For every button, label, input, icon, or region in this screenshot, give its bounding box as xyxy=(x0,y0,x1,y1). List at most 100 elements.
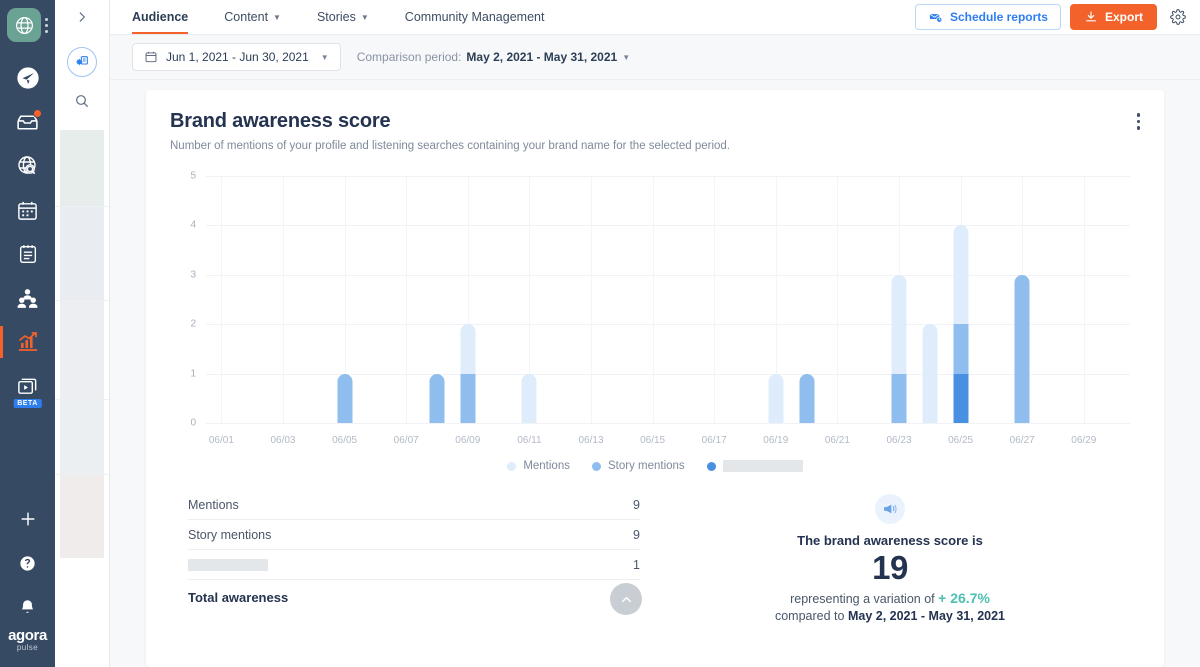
schedule-reports-button[interactable]: Schedule reports xyxy=(914,4,1061,30)
secondary-sidebar xyxy=(55,0,110,667)
chart-bar[interactable] xyxy=(799,373,815,423)
comparison-value: May 2, 2021 - May 31, 2021 xyxy=(466,50,618,64)
legend-redacted-label xyxy=(722,460,803,472)
profile-list[interactable] xyxy=(55,130,109,558)
tab-content[interactable]: Content ▼ xyxy=(206,0,299,34)
chart-bar[interactable] xyxy=(768,373,784,423)
x-axis-tick: 06/01 xyxy=(208,435,234,446)
chart-gridline xyxy=(714,176,716,423)
chart-bar-segment xyxy=(891,373,907,423)
scroll-to-top-button[interactable] xyxy=(610,583,642,615)
tab-bar: Audience Content ▼ Stories ▼ Community M… xyxy=(132,0,562,34)
chart-bar-segment xyxy=(429,373,445,423)
y-axis-tick: 5 xyxy=(190,170,196,182)
summary-headline: The brand awareness score is xyxy=(797,533,983,548)
search-button[interactable] xyxy=(74,93,90,114)
chart-bar-segment xyxy=(922,324,938,423)
chart-legend: Mentions Story mentions xyxy=(170,460,1140,472)
table-row-value: 9 xyxy=(633,527,640,542)
rail-overflow-icon[interactable] xyxy=(45,17,48,33)
y-axis-tick: 1 xyxy=(190,368,196,380)
chart-bar[interactable] xyxy=(953,225,969,423)
chart-bar[interactable] xyxy=(429,373,445,423)
inbox-badge xyxy=(33,109,42,118)
brand-awareness-card: Brand awareness score Number of mentions… xyxy=(146,90,1164,667)
tab-label: Content xyxy=(224,10,269,24)
account-avatar[interactable] xyxy=(7,8,41,42)
sidebar-item-notifications[interactable] xyxy=(0,585,55,629)
agorapulse-logo: agora pulse xyxy=(8,628,47,661)
top-actions: Schedule reports Export xyxy=(914,0,1190,34)
legend-item-mentions[interactable]: Mentions xyxy=(507,460,570,472)
sidebar-item-calendar[interactable] xyxy=(0,188,55,232)
chart-plot-area[interactable]: 0 1 2 3 4 5 06/01 06/03 06/05 06/07 06/09 06/11 06/1… xyxy=(190,171,1130,446)
compare-value: May 2, 2021 - May 31, 2021 xyxy=(847,609,1006,623)
profile-list-item[interactable] xyxy=(60,130,104,206)
x-axis-tick: 06/13 xyxy=(578,435,604,446)
sidebar-item-help[interactable] xyxy=(0,541,55,585)
x-axis-tick: 06/03 xyxy=(270,435,296,446)
chevron-down-icon: ▼ xyxy=(360,12,369,22)
chart-bar-segment xyxy=(799,373,815,423)
card-kebab-menu-icon[interactable] xyxy=(1133,109,1145,134)
sidebar-item-listening[interactable] xyxy=(0,144,55,188)
content-region: Brand awareness score Number of mentions… xyxy=(110,80,1200,667)
page-title: Brand awareness score xyxy=(170,110,391,132)
megaphone-icon xyxy=(875,494,905,524)
legend-item-redacted[interactable] xyxy=(706,460,803,472)
chart-bar[interactable] xyxy=(337,373,353,423)
tab-audience[interactable]: Audience xyxy=(132,0,206,34)
profiles-settings-button[interactable] xyxy=(67,47,97,77)
date-range-label: Jun 1, 2021 - Jun 30, 2021 xyxy=(166,50,309,64)
profile-list-item[interactable] xyxy=(60,301,104,399)
chart-bar[interactable] xyxy=(460,324,476,423)
x-axis-tick: 06/29 xyxy=(1071,435,1097,446)
sidebar-item-reports[interactable] xyxy=(0,320,55,364)
tab-label: Audience xyxy=(132,10,189,24)
chart-bar[interactable] xyxy=(922,324,938,423)
sidebar-item-publish[interactable] xyxy=(0,56,55,100)
chart-bar[interactable] xyxy=(891,274,907,423)
profile-list-item[interactable] xyxy=(60,207,104,300)
card-subtitle: Number of mentions of your profile and l… xyxy=(170,140,730,152)
profile-list-item[interactable] xyxy=(60,400,104,474)
sidebar-item-add[interactable] xyxy=(0,497,55,541)
legend-color-swatch xyxy=(591,461,601,471)
account-switcher[interactable] xyxy=(7,8,48,42)
calendar-icon xyxy=(145,51,157,63)
table-row-label: Total awareness xyxy=(188,589,289,605)
chart-bar[interactable] xyxy=(1014,274,1030,423)
sidebar-item-video[interactable]: BETA xyxy=(0,364,55,408)
tab-label: Stories xyxy=(316,10,356,24)
chart-bar-segment xyxy=(953,324,969,374)
x-axis-tick: 06/11 xyxy=(517,435,542,446)
chart-bar[interactable] xyxy=(521,373,537,423)
export-button[interactable]: Export xyxy=(1069,4,1157,30)
variation-prefix: representing a variation of xyxy=(790,592,935,606)
comparison-period-selector[interactable]: Comparison period: May 2, 2021 - May 31,… xyxy=(357,50,630,64)
settings-button[interactable] xyxy=(1166,9,1190,25)
legend-item-story-mentions[interactable]: Story mentions xyxy=(591,460,685,472)
x-axis-tick: 06/15 xyxy=(640,435,666,446)
chart-bar-segment xyxy=(337,373,353,423)
expand-panel-button[interactable] xyxy=(55,0,109,33)
table-row-value: 9 xyxy=(633,497,640,512)
chevron-down-icon: ▼ xyxy=(622,52,631,62)
table-row: Story mentions 9 xyxy=(188,520,640,550)
table-row-label-redacted xyxy=(188,558,268,571)
top-navigation: Audience Content ▼ Stories ▼ Community M… xyxy=(110,0,1200,35)
tab-label: Community Management xyxy=(404,10,545,24)
chevron-down-icon: ▼ xyxy=(273,12,281,22)
table-row: Total awareness19 xyxy=(188,580,640,614)
chart-gridline xyxy=(282,176,284,423)
table-row: Mentions 9 xyxy=(188,490,640,520)
tab-community-management[interactable]: Community Management xyxy=(387,0,563,34)
sidebar-item-content-library[interactable] xyxy=(0,232,55,276)
sidebar-item-fans-followers[interactable] xyxy=(0,276,55,320)
tab-stories[interactable]: Stories ▼ xyxy=(299,0,387,34)
download-icon xyxy=(1086,11,1096,22)
x-axis-tick: 06/17 xyxy=(701,435,727,446)
sidebar-item-inbox[interactable] xyxy=(0,100,55,144)
date-range-picker[interactable]: Jun 1, 2021 - Jun 30, 2021 ▼ xyxy=(132,43,341,71)
profile-list-item[interactable] xyxy=(60,475,104,558)
